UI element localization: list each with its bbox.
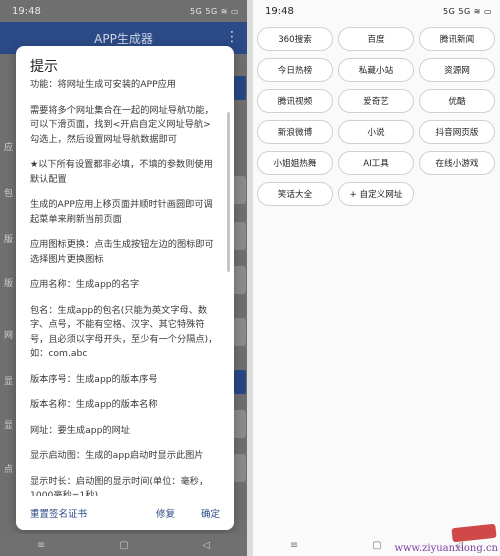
nav-chip[interactable]: 私藏小站 bbox=[338, 58, 414, 82]
back-icon[interactable]: ◁ bbox=[202, 540, 210, 551]
nav-chip[interactable]: 百度 bbox=[338, 27, 414, 51]
bg-field bbox=[232, 318, 246, 346]
bg-toggle bbox=[234, 370, 246, 394]
site-nav-grid: 360搜索 百度 腾讯新闻 今日热榜 私藏小站 资源网 腾讯视频 爱奇艺 优酷 … bbox=[257, 27, 495, 206]
confirm-button[interactable]: 确定 bbox=[201, 506, 220, 520]
nav-chip[interactable]: 笑话大全 bbox=[257, 182, 333, 206]
dialog-title: 提示 bbox=[30, 59, 58, 75]
dialog-actions: 重置签名证书 修复 确定 bbox=[16, 496, 234, 530]
status-time: 19:48 bbox=[12, 5, 41, 17]
nav-chip[interactable]: 在线小游戏 bbox=[419, 151, 495, 175]
watermark-text: www.ziyuanxiong.cn bbox=[394, 543, 498, 554]
left-screen: 19:48 5G 5G ≋ ▭ APP生成器 ⋮ 应 包 版 版 网 显 显 点… bbox=[0, 0, 247, 556]
bg-field bbox=[232, 454, 246, 482]
tip-paragraph: 网址：要生成app的网址 bbox=[30, 424, 130, 436]
nav-chip[interactable]: 资源网 bbox=[419, 58, 495, 82]
tip-paragraph: 显示启动图：生成的app启动时显示此图片 bbox=[30, 450, 204, 461]
nav-chip[interactable]: 抖音网页版 bbox=[419, 120, 495, 144]
nav-chip[interactable]: 优酷 bbox=[419, 89, 495, 113]
background-generate-button bbox=[234, 76, 246, 100]
nav-chip[interactable]: 腾讯视频 bbox=[257, 89, 333, 113]
tip-paragraph: 包名：生成app的包名(只能为英文字母、数字、点号，不能有空格、汉字、其它特殊符… bbox=[30, 304, 218, 360]
bg-label: 应 bbox=[4, 143, 14, 153]
bg-field bbox=[232, 176, 246, 204]
status-bar: 19:48 5G 5G ≋ ▭ bbox=[0, 0, 247, 22]
status-time: 19:48 bbox=[265, 5, 294, 17]
repair-button[interactable]: 修复 bbox=[156, 506, 175, 520]
bg-label: 点 bbox=[4, 465, 14, 475]
bg-field bbox=[232, 410, 246, 438]
bg-field bbox=[232, 222, 246, 250]
bg-label: 版 bbox=[4, 279, 14, 289]
dialog-scrollbar[interactable] bbox=[227, 112, 230, 272]
tip-paragraph: ★以下所有设置都非必填，不填的参数则使用默认配置 bbox=[30, 159, 213, 185]
status-icons: 5G 5G ≋ ▭ bbox=[190, 6, 239, 16]
dialog-content[interactable]: 功能：将网址生成可安装的APP应用 需要将多个网址集合在一起的网址导航功能，可以… bbox=[30, 78, 218, 498]
bg-label: 显 bbox=[4, 377, 14, 387]
right-screen: 19:48 5G 5G ≋ ▭ 360搜索 百度 腾讯新闻 今日热榜 私藏小站 … bbox=[253, 0, 500, 556]
nav-chip[interactable]: 小姐姐热舞 bbox=[257, 151, 333, 175]
nav-chip[interactable]: 小说 bbox=[338, 120, 414, 144]
tip-paragraph: 应用图标更换：点击生成按钮左边的图标即可选择图片更换图标 bbox=[30, 239, 214, 265]
tip-paragraph: 版本名称：生成app的版本名称 bbox=[30, 399, 158, 410]
nav-chip[interactable]: 今日热榜 bbox=[257, 58, 333, 82]
reset-signature-button[interactable]: 重置签名证书 bbox=[30, 506, 130, 520]
menu-icon[interactable]: ≡ bbox=[37, 540, 45, 551]
tips-dialog: 提示 功能：将网址生成可安装的APP应用 需要将多个网址集合在一起的网址导航功能… bbox=[16, 46, 234, 530]
app-title: APP生成器 bbox=[94, 31, 153, 46]
tip-paragraph: 版本序号：生成app的版本序号 bbox=[30, 373, 158, 385]
bg-label: 显 bbox=[4, 421, 14, 431]
nav-chip[interactable]: 新浪微博 bbox=[257, 120, 333, 144]
bg-label: 包 bbox=[4, 189, 14, 199]
nav-chip[interactable]: AI工具 bbox=[338, 151, 414, 175]
tip-paragraph: 生成的APP应用上移页面并顺时针画圆即可调起菜单来刷新当前页面 bbox=[30, 199, 213, 225]
menu-icon[interactable]: ≡ bbox=[290, 540, 298, 551]
more-menu-icon[interactable]: ⋮ bbox=[225, 29, 239, 45]
nav-chip[interactable]: 360搜索 bbox=[257, 27, 333, 51]
nav-chip[interactable]: 爱奇艺 bbox=[338, 89, 414, 113]
nav-bar: ≡ ▢ ◁ bbox=[0, 534, 247, 556]
nav-chip[interactable]: 腾讯新闻 bbox=[419, 27, 495, 51]
home-icon[interactable]: ▢ bbox=[372, 540, 381, 551]
tip-paragraph: 显示时长：启动图的显示时间(单位：毫秒，1000毫秒=1秒) bbox=[30, 475, 209, 499]
tip-paragraph: 功能：将网址生成可安装的APP应用 bbox=[30, 79, 176, 90]
bg-field bbox=[232, 266, 246, 294]
status-bar: 19:48 5G 5G ≋ ▭ bbox=[253, 0, 500, 22]
status-icons: 5G 5G ≋ ▭ bbox=[443, 6, 492, 16]
bg-label: 版 bbox=[4, 235, 14, 245]
home-icon[interactable]: ▢ bbox=[119, 540, 128, 551]
tip-paragraph: 应用名称：生成app的名字 bbox=[30, 279, 140, 290]
bg-label: 网 bbox=[4, 331, 14, 341]
add-custom-url-button[interactable]: + 自定义网址 bbox=[338, 182, 414, 206]
tip-paragraph: 需要将多个网址集合在一起的网址导航功能，可以下滑页面，找到<开启自定义网址导航>… bbox=[30, 104, 214, 145]
